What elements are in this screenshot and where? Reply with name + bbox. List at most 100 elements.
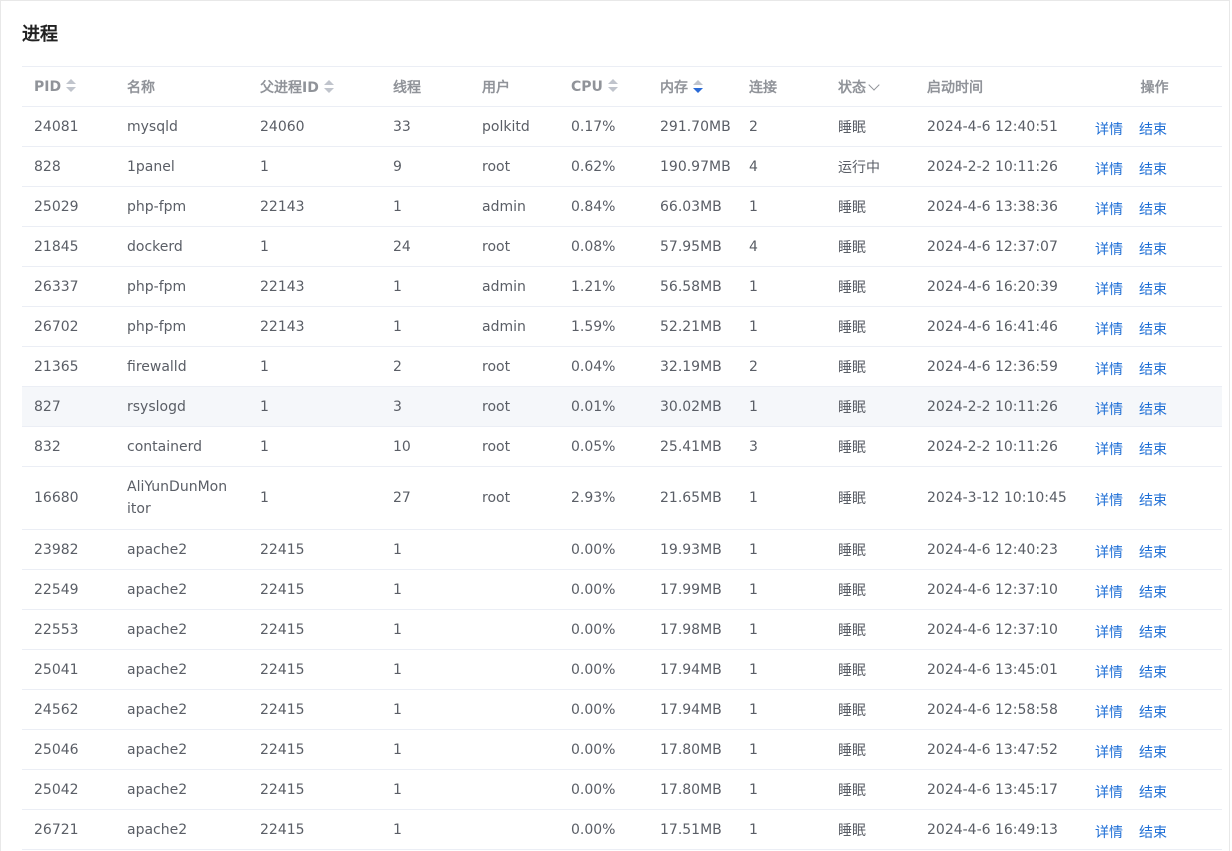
detail-link[interactable]: 详情 xyxy=(1095,542,1123,562)
cell-name: php-fpm xyxy=(115,266,248,307)
detail-link[interactable]: 详情 xyxy=(1095,239,1123,259)
detail-link[interactable]: 详情 xyxy=(1095,119,1123,139)
column-header-user: 用户 xyxy=(470,66,559,107)
kill-link[interactable]: 结束 xyxy=(1139,622,1167,642)
table-row[interactable]: 828 1panel 1 9 root 0.62% 190.97MB 4 运行中 2024-2-2… xyxy=(22,146,1222,187)
table-row[interactable]: 26337 php-fpm 22143 1 admin 1.21% 56.58MB 1 睡眠 20… xyxy=(22,266,1222,307)
sort-caret-icon[interactable] xyxy=(66,78,77,93)
detail-link[interactable]: 详情 xyxy=(1095,742,1123,762)
column-header-pid[interactable]: PID xyxy=(22,66,115,107)
table-row[interactable]: 22553 apache2 22415 1 0.00% 17.98MB 1 睡眠 2024-4-… xyxy=(22,609,1222,650)
cell-cpu: 0.84% xyxy=(559,186,648,227)
detail-link[interactable]: 详情 xyxy=(1095,439,1123,459)
cell-name: rsyslogd xyxy=(115,386,248,427)
cell-user: admin xyxy=(470,266,559,307)
kill-link[interactable]: 结束 xyxy=(1139,239,1167,259)
cell-start-time: 2024-4-6 12:40:23 xyxy=(915,529,1087,570)
cell-name: apache2 xyxy=(115,609,248,650)
kill-link[interactable]: 结束 xyxy=(1139,319,1167,339)
table-row[interactable]: 25041 apache2 22415 1 0.00% 17.94MB 1 睡眠 2024-4-… xyxy=(22,649,1222,690)
table-row[interactable]: 25029 php-fpm 22143 1 admin 0.84% 66.03MB 1 睡眠 20… xyxy=(22,186,1222,227)
detail-link[interactable]: 详情 xyxy=(1095,702,1123,722)
cell-threads: 1 xyxy=(381,649,470,690)
table-row-hovered[interactable]: 827 rsyslogd 1 3 root 0.01% 30.02MB 1 睡眠 2024-2-2… xyxy=(22,386,1222,427)
cell-status: 睡眠 xyxy=(826,569,915,610)
sort-caret-icon[interactable] xyxy=(607,78,618,93)
page-title: 进程 xyxy=(22,24,58,45)
cell-memory: 21.65MB xyxy=(648,466,737,530)
cell-pid: 22553 xyxy=(22,609,115,650)
detail-link[interactable]: 详情 xyxy=(1095,199,1123,219)
table-row[interactable]: 26721 apache2 22415 1 0.00% 17.51MB 1 睡眠 2024-4-… xyxy=(22,809,1222,850)
table-row[interactable]: 16680 AliYunDunMonitor 1 27 root 2.93% 21.65MB… xyxy=(22,466,1222,530)
detail-link[interactable]: 详情 xyxy=(1095,822,1123,842)
kill-link[interactable]: 结束 xyxy=(1139,702,1167,722)
kill-link[interactable]: 结束 xyxy=(1139,279,1167,299)
kill-link[interactable]: 结束 xyxy=(1139,822,1167,842)
cell-memory: 25.41MB xyxy=(648,426,737,467)
detail-link[interactable]: 详情 xyxy=(1095,159,1123,179)
table-row[interactable]: 24081 mysqld 24060 33 polkitd 0.17% 291.70MB 2 睡… xyxy=(22,106,1222,147)
table-row[interactable]: 832 containerd 1 10 root 0.05% 25.41MB 3 睡眠 2024-… xyxy=(22,426,1222,467)
detail-link[interactable]: 详情 xyxy=(1095,622,1123,642)
cell-status: 睡眠 xyxy=(826,649,915,690)
cell-cpu: 0.00% xyxy=(559,569,648,610)
cell-cpu: 1.21% xyxy=(559,266,648,307)
cell-cpu: 0.00% xyxy=(559,529,648,570)
kill-link[interactable]: 结束 xyxy=(1139,399,1167,419)
table-row[interactable]: 23982 apache2 22415 1 0.00% 19.93MB 1 睡眠 2024-4-… xyxy=(22,529,1222,570)
cell-threads: 3 xyxy=(381,386,470,427)
table-row[interactable]: 24562 apache2 22415 1 0.00% 17.94MB 1 睡眠 2024-4-… xyxy=(22,689,1222,730)
cell-user: admin xyxy=(470,186,559,227)
cell-status: 睡眠 xyxy=(826,529,915,570)
cell-memory: 30.02MB xyxy=(648,386,737,427)
detail-link[interactable]: 详情 xyxy=(1095,359,1123,379)
cell-start-time: 2024-3-12 10:10:45 xyxy=(915,466,1087,530)
cell-threads: 1 xyxy=(381,689,470,730)
detail-link[interactable]: 详情 xyxy=(1095,582,1123,602)
column-header-user-label: 用户 xyxy=(482,79,510,96)
cell-user: root xyxy=(470,226,559,267)
cell-start-time: 2024-4-6 13:47:52 xyxy=(915,729,1087,770)
cell-name: firewalld xyxy=(115,346,248,387)
detail-link[interactable]: 详情 xyxy=(1095,782,1123,802)
table-row[interactable]: 25042 apache2 22415 1 0.00% 17.80MB 1 睡眠 2024-4-… xyxy=(22,769,1222,810)
column-header-ppid[interactable]: 父进程ID xyxy=(248,66,381,107)
cell-start-time: 2024-4-6 12:58:58 xyxy=(915,689,1087,730)
cell-threads: 1 xyxy=(381,569,470,610)
kill-link[interactable]: 结束 xyxy=(1139,490,1167,510)
table-row[interactable]: 22549 apache2 22415 1 0.00% 17.99MB 1 睡眠 2024-4-… xyxy=(22,569,1222,610)
kill-link[interactable]: 结束 xyxy=(1139,582,1167,602)
detail-link[interactable]: 详情 xyxy=(1095,662,1123,682)
column-header-memory[interactable]: 内存 xyxy=(648,66,737,107)
detail-link[interactable]: 详情 xyxy=(1095,490,1123,510)
table-row[interactable]: 25046 apache2 22415 1 0.00% 17.80MB 1 睡眠 2024-4-… xyxy=(22,729,1222,770)
sort-caret-icon[interactable] xyxy=(323,79,334,94)
cell-name: php-fpm xyxy=(115,306,248,347)
column-header-cpu[interactable]: CPU xyxy=(559,66,648,107)
cell-ppid: 22415 xyxy=(248,529,381,570)
cell-actions: 详情 结束 xyxy=(1087,106,1222,147)
table-row[interactable]: 21845 dockerd 1 24 root 0.08% 57.95MB 4 睡眠 2024-4… xyxy=(22,226,1222,267)
kill-link[interactable]: 结束 xyxy=(1139,782,1167,802)
cell-ppid: 22415 xyxy=(248,769,381,810)
table-row[interactable]: 21365 firewalld 1 2 root 0.04% 32.19MB 2 睡眠 2024-… xyxy=(22,346,1222,387)
column-header-status[interactable]: 状态 xyxy=(826,66,915,107)
cell-threads: 1 xyxy=(381,609,470,650)
table-row[interactable]: 26702 php-fpm 22143 1 admin 1.59% 52.21MB 1 睡眠 20… xyxy=(22,306,1222,347)
detail-link[interactable]: 详情 xyxy=(1095,279,1123,299)
detail-link[interactable]: 详情 xyxy=(1095,399,1123,419)
detail-link[interactable]: 详情 xyxy=(1095,319,1123,339)
kill-link[interactable]: 结束 xyxy=(1139,359,1167,379)
kill-link[interactable]: 结束 xyxy=(1139,199,1167,219)
cell-name: apache2 xyxy=(115,569,248,610)
kill-link[interactable]: 结束 xyxy=(1139,119,1167,139)
sort-caret-desc-icon[interactable] xyxy=(693,79,703,94)
kill-link[interactable]: 结束 xyxy=(1139,542,1167,562)
cell-cpu: 0.00% xyxy=(559,609,648,650)
kill-link[interactable]: 结束 xyxy=(1139,439,1167,459)
chevron-down-icon[interactable] xyxy=(868,78,880,91)
kill-link[interactable]: 结束 xyxy=(1139,742,1167,762)
kill-link[interactable]: 结束 xyxy=(1139,159,1167,179)
kill-link[interactable]: 结束 xyxy=(1139,662,1167,682)
